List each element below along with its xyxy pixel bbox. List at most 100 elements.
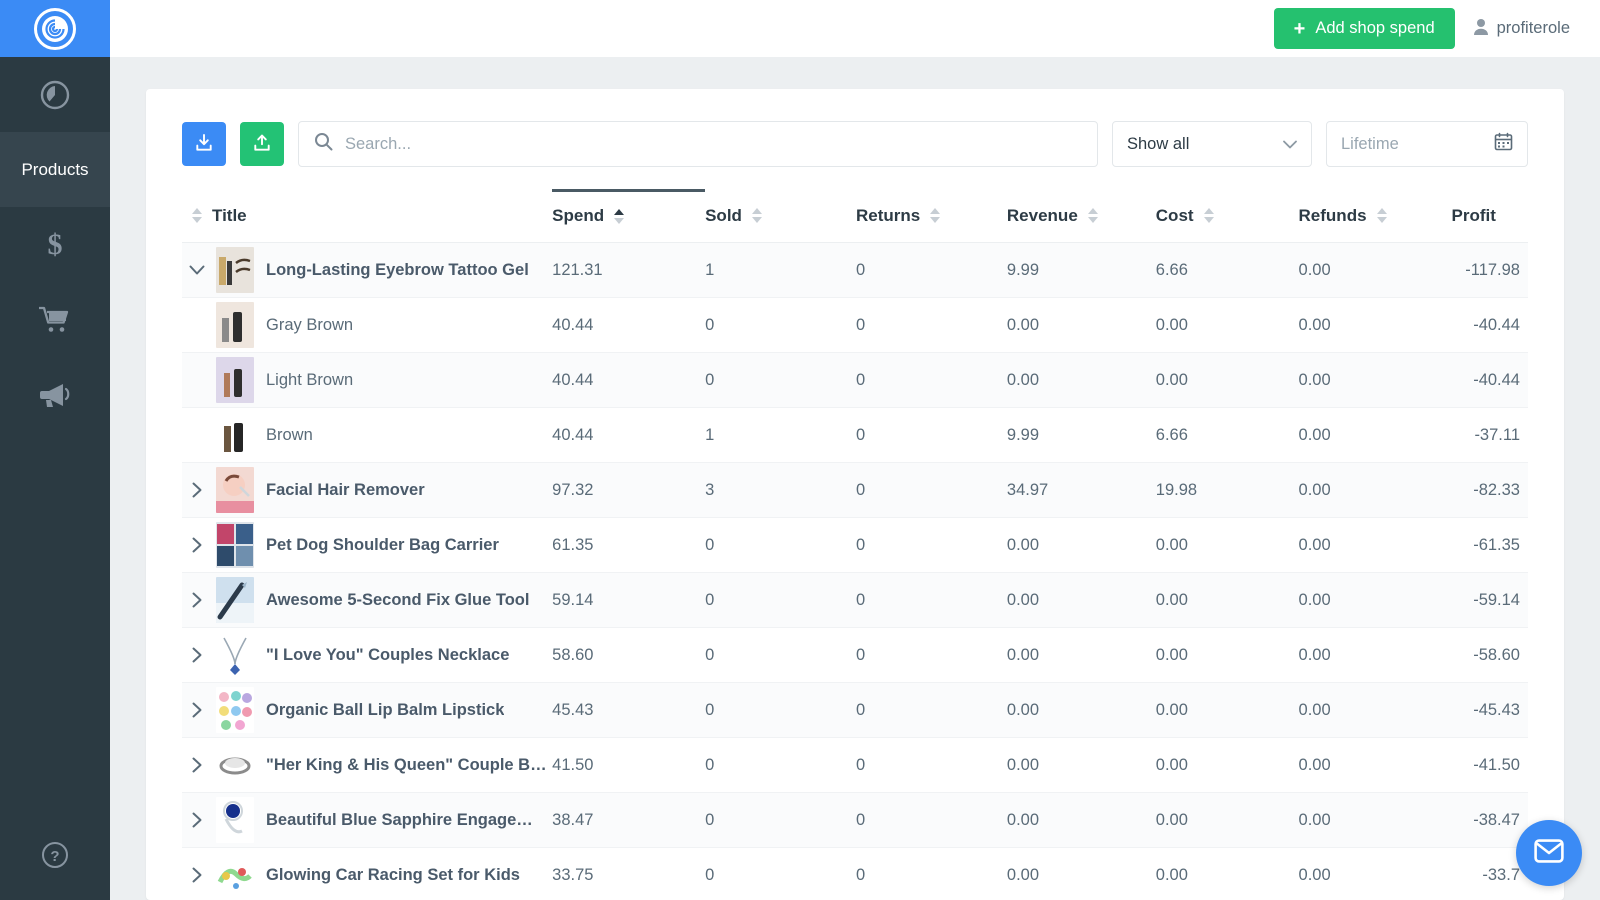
column-header-spend[interactable]: Spend — [552, 189, 706, 243]
product-title: Awesome 5-Second Fix Glue Tool — [266, 590, 530, 609]
column-header-sold[interactable]: Sold — [705, 190, 856, 243]
table-row[interactable]: "Her King & His Queen" Couple B… 41.50 0 0 0… — [182, 737, 1528, 793]
cell-revenue: 0.00 — [1006, 297, 1156, 353]
table-row[interactable]: Pet Dog Shoulder Bag Carrier 61.35 0 0 0.00 0… — [182, 517, 1528, 573]
cell-sold: 0 — [705, 352, 856, 408]
column-header-cost[interactable]: Cost — [1155, 190, 1299, 243]
filter-select[interactable]: Show all — [1112, 121, 1312, 167]
table-row[interactable]: Beautiful Blue Sapphire Engage… 38.47 0 0 0.… — [182, 792, 1528, 848]
cell-sold: 1 — [705, 242, 856, 298]
sidebar-item-orders[interactable] — [0, 282, 110, 357]
column-header-refunds[interactable]: Refunds — [1298, 190, 1452, 243]
table-row[interactable]: Long-Lasting Eyebrow Tattoo Gel 121.31 1 0 9… — [182, 242, 1528, 298]
chevron-right-icon[interactable] — [182, 482, 212, 498]
table-row[interactable]: Facial Hair Remover 97.32 3 0 34.97 19.98 0.00… — [182, 462, 1528, 518]
chevron-right-icon[interactable] — [182, 757, 212, 773]
cell-revenue: 0.00 — [1006, 792, 1156, 848]
sort-toggle-returns[interactable] — [920, 208, 950, 223]
cell-revenue: 0.00 — [1006, 847, 1156, 900]
date-range-picker[interactable]: Lifetime — [1326, 121, 1528, 167]
table-row[interactable]: Brown 40.44 1 0 9.99 6.66 0.00 -37.11 — [182, 407, 1528, 463]
sort-toggle-refunds[interactable] — [1367, 208, 1397, 223]
column-header-revenue[interactable]: Revenue — [1006, 190, 1156, 243]
products-table: Title Spend Sold Returns Revenue Cost Re… — [182, 189, 1528, 900]
sort-toggle-sold[interactable] — [742, 208, 772, 223]
cell-sold: 0 — [705, 627, 856, 683]
cell-revenue: 0.00 — [1006, 572, 1156, 628]
column-header-profit[interactable]: Profit — [1451, 190, 1528, 243]
product-thumbnail — [216, 797, 254, 843]
sort-toggle-revenue[interactable] — [1078, 208, 1108, 223]
chevron-down-icon[interactable] — [182, 265, 212, 276]
chevron-right-icon[interactable] — [182, 867, 212, 883]
cell-title: Long-Lasting Eyebrow Tattoo Gel — [182, 242, 553, 298]
table-row[interactable]: Glowing Car Racing Set for Kids 33.75 0 0 0.… — [182, 847, 1528, 900]
cell-cost: 6.66 — [1155, 242, 1299, 298]
brand-logo[interactable] — [0, 0, 110, 57]
cell-spend: 33.75 — [552, 847, 706, 900]
product-title: Glowing Car Racing Set for Kids — [266, 865, 520, 884]
product-thumbnail — [216, 632, 254, 678]
sidebar-item-products[interactable]: Products — [0, 132, 110, 207]
sort-toggle-spend[interactable] — [604, 208, 634, 224]
table-row[interactable]: Awesome 5-Second Fix Glue Tool 59.14 0 0 0.0… — [182, 572, 1528, 628]
chevron-right-icon[interactable] — [182, 592, 212, 608]
chat-support-button[interactable] — [1516, 820, 1582, 886]
table-row[interactable]: Gray Brown 40.44 0 0 0.00 0.00 0.00 -40.44 — [182, 297, 1528, 353]
search-input[interactable] — [298, 121, 1098, 167]
cell-sold: 3 — [705, 462, 856, 518]
cell-profit: -37.11 — [1451, 407, 1528, 463]
table-scroll-area[interactable]: Title Spend Sold Returns Revenue Cost Re… — [146, 189, 1564, 900]
cell-sold: 0 — [705, 847, 856, 900]
cell-title: Organic Ball Lip Balm Lipstick — [182, 682, 553, 738]
cell-revenue: 0.00 — [1006, 627, 1156, 683]
table-body: Long-Lasting Eyebrow Tattoo Gel 121.31 1 0 9… — [182, 242, 1528, 900]
chevron-down-icon — [1283, 135, 1297, 154]
cell-returns: 0 — [856, 297, 1007, 353]
cell-spend: 61.35 — [552, 517, 706, 573]
table-header: Title Spend Sold Returns Revenue Cost Re… — [182, 189, 1528, 243]
cell-profit: -38.47 — [1451, 792, 1528, 848]
top-bar: + Add shop spend profiterole — [110, 0, 1600, 57]
product-thumbnail — [216, 247, 254, 293]
cell-refunds: 0.00 — [1298, 572, 1452, 628]
cell-returns: 0 — [856, 627, 1007, 683]
main-area: + Add shop spend profiterole Search... S… — [110, 0, 1600, 900]
sort-toggle-cost[interactable] — [1194, 208, 1224, 223]
column-header-refunds-label: Refunds — [1298, 205, 1367, 225]
envelope-icon — [1534, 838, 1564, 868]
table-row[interactable]: Organic Ball Lip Balm Lipstick 45.43 0 0 0.0… — [182, 682, 1528, 738]
sort-toggle-title[interactable] — [182, 208, 212, 223]
table-row[interactable]: Light Brown 40.44 0 0 0.00 0.00 0.00 -40.44 — [182, 352, 1528, 408]
chevron-right-icon[interactable] — [182, 812, 212, 828]
cell-cost: 0.00 — [1155, 847, 1299, 900]
sidebar-item-dashboard[interactable] — [0, 57, 110, 132]
product-title: "I Love You" Couples Necklace — [266, 645, 510, 664]
cell-cost: 0.00 — [1155, 792, 1299, 848]
sidebar: Products $ ? — [0, 0, 110, 900]
cell-cost: 19.98 — [1155, 462, 1299, 518]
dashboard-gauge-icon — [39, 79, 71, 111]
dollar-icon: $ — [40, 228, 70, 262]
product-thumbnail — [216, 742, 254, 788]
table-row[interactable]: "I Love You" Couples Necklace 58.60 0 0 0.00… — [182, 627, 1528, 683]
cell-revenue: 9.99 — [1006, 407, 1156, 463]
upload-button[interactable] — [240, 122, 284, 166]
cell-cost: 0.00 — [1155, 627, 1299, 683]
table-toolbar: Show all Lifetime — [146, 121, 1564, 167]
product-thumbnail — [216, 687, 254, 733]
chevron-right-icon[interactable] — [182, 647, 212, 663]
cell-cost: 0.00 — [1155, 517, 1299, 573]
chevron-right-icon[interactable] — [182, 702, 212, 718]
column-header-title[interactable]: Title — [182, 190, 553, 243]
cell-sold: 0 — [705, 517, 856, 573]
cell-sold: 1 — [705, 407, 856, 463]
chevron-right-icon[interactable] — [182, 537, 212, 553]
sidebar-item-help[interactable]: ? — [0, 814, 110, 900]
user-menu[interactable]: profiterole — [1473, 18, 1570, 40]
column-header-returns[interactable]: Returns — [856, 190, 1007, 243]
sidebar-item-expenses[interactable]: $ — [0, 207, 110, 282]
sidebar-item-marketing[interactable] — [0, 357, 110, 432]
download-button[interactable] — [182, 122, 226, 166]
add-shop-spend-button[interactable]: + Add shop spend — [1273, 8, 1455, 49]
